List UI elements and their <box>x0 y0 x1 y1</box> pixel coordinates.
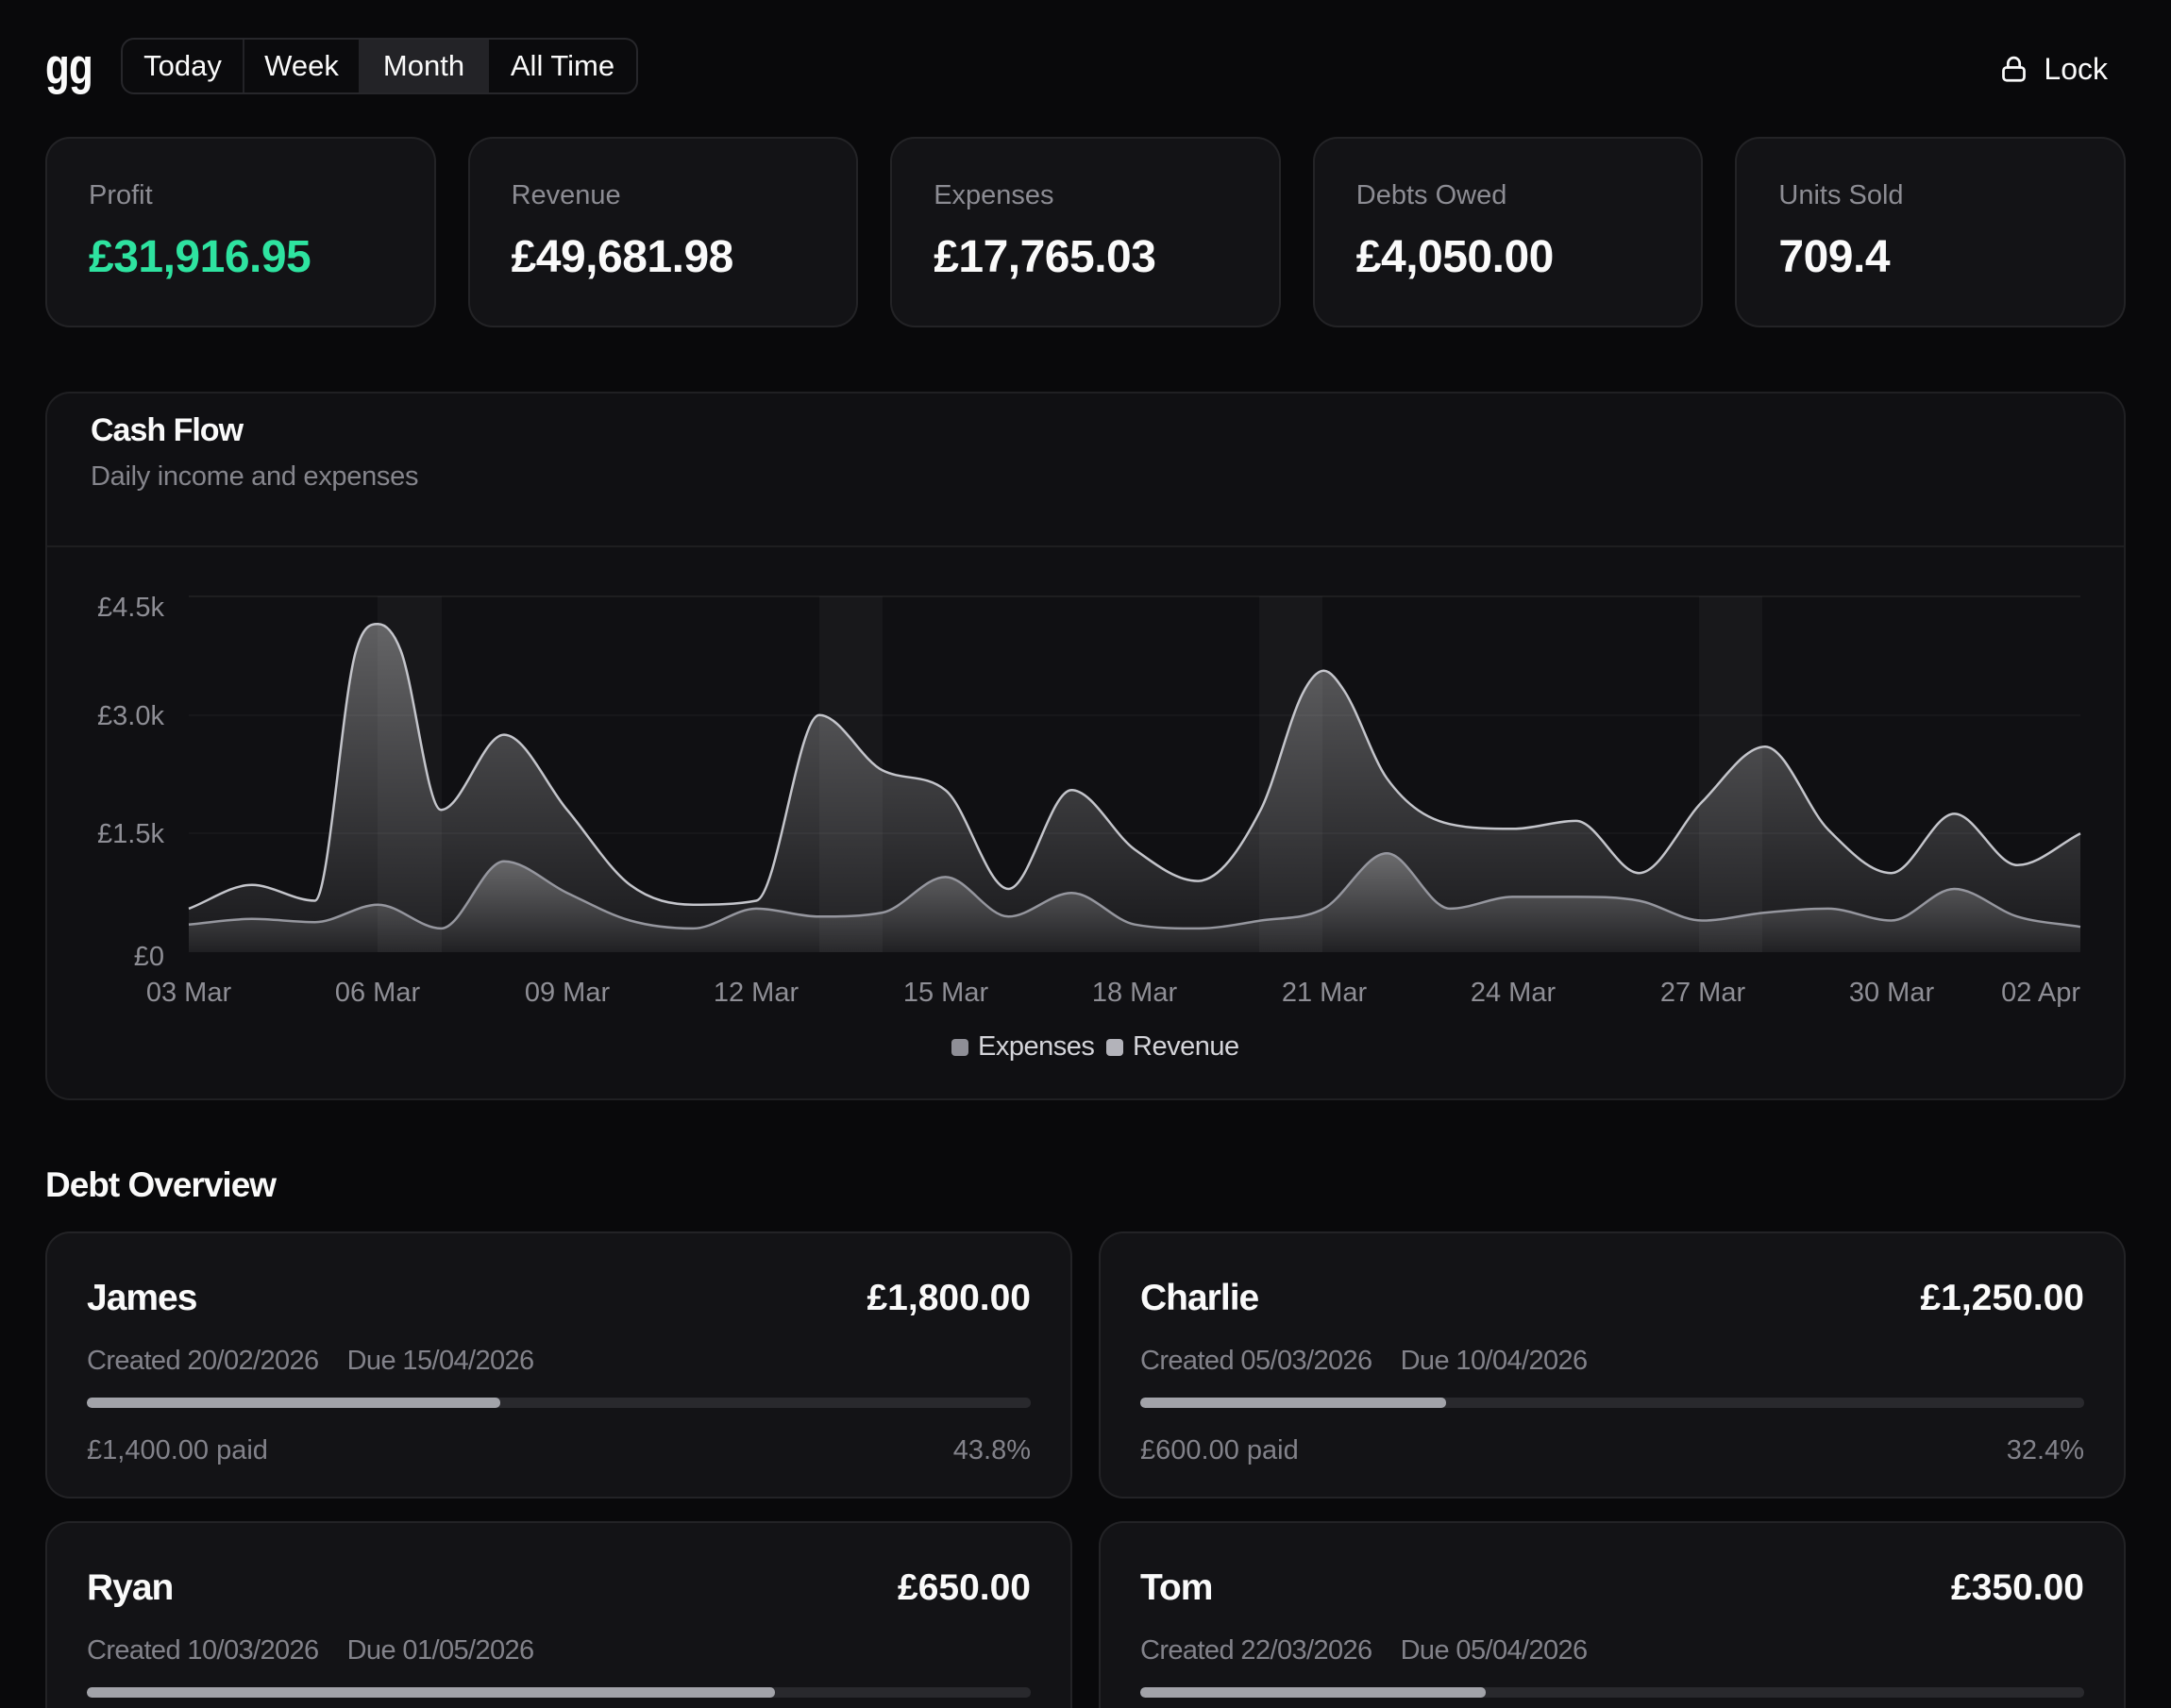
svg-text:12 Mar: 12 Mar <box>714 978 799 1008</box>
svg-text:15 Mar: 15 Mar <box>903 978 989 1008</box>
svg-text:£1.5k: £1.5k <box>97 819 164 849</box>
svg-text:Expenses: Expenses <box>978 1031 1094 1062</box>
svg-text:06 Mar: 06 Mar <box>335 978 421 1008</box>
svg-text:02 Apr: 02 Apr <box>2001 978 2080 1008</box>
svg-text:£4.5k: £4.5k <box>97 593 164 623</box>
svg-text:03 Mar: 03 Mar <box>146 978 232 1008</box>
svg-text:18 Mar: 18 Mar <box>1092 978 1178 1008</box>
svg-text:09 Mar: 09 Mar <box>525 978 611 1008</box>
svg-text:24 Mar: 24 Mar <box>1471 978 1557 1008</box>
svg-text:£0: £0 <box>134 942 164 972</box>
svg-text:£3.0k: £3.0k <box>97 701 164 731</box>
svg-text:30 Mar: 30 Mar <box>1849 978 1935 1008</box>
svg-text:21 Mar: 21 Mar <box>1282 978 1368 1008</box>
svg-text:Revenue: Revenue <box>1133 1031 1239 1062</box>
svg-text:27 Mar: 27 Mar <box>1660 978 1746 1008</box>
